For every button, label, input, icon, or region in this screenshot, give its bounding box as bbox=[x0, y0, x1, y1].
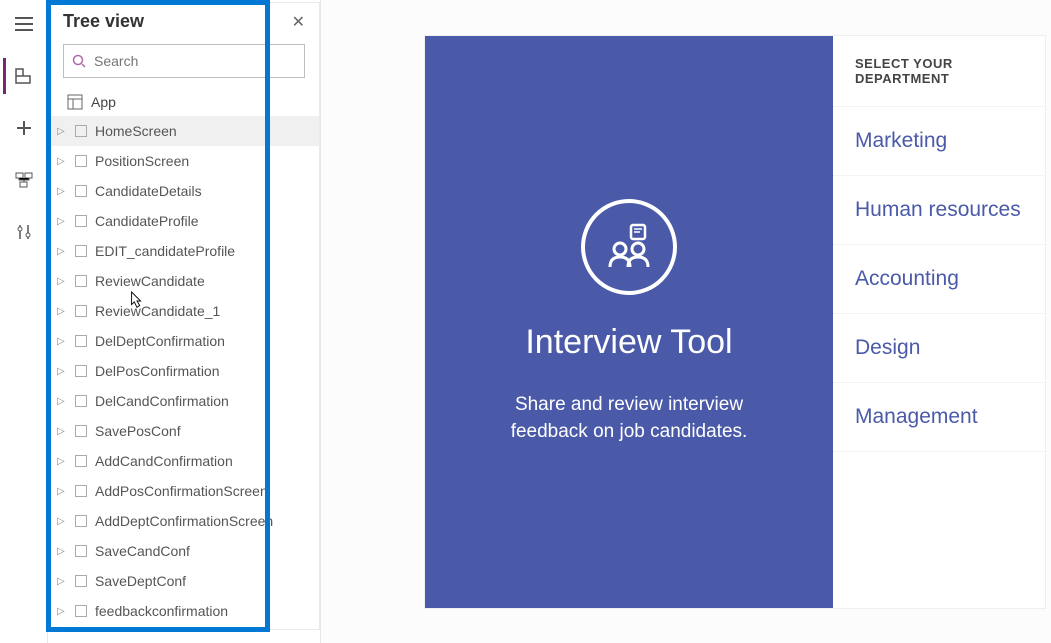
tree-item-label: ReviewCandidate_1 bbox=[95, 303, 220, 319]
chevron-right-icon: ▷ bbox=[57, 246, 71, 257]
department-item[interactable]: Accounting bbox=[833, 245, 1045, 314]
tree-item[interactable]: ▷ ReviewCandidate_1 bbox=[49, 296, 319, 326]
screen-icon bbox=[75, 575, 87, 587]
chevron-right-icon: ▷ bbox=[57, 546, 71, 557]
left-nav-rail bbox=[0, 0, 48, 643]
tree-item[interactable]: ▷ SaveDeptConf bbox=[49, 566, 319, 596]
plus-icon[interactable] bbox=[6, 110, 42, 146]
chevron-right-icon: ▷ bbox=[57, 426, 71, 437]
screen-icon bbox=[75, 605, 87, 617]
tree-app-root[interactable]: App bbox=[49, 88, 319, 116]
screen-icon bbox=[75, 185, 87, 197]
interview-tool-icon bbox=[581, 199, 677, 295]
screen-icon bbox=[75, 515, 87, 527]
screen-icon bbox=[75, 545, 87, 557]
chevron-right-icon: ▷ bbox=[57, 186, 71, 197]
tree-item-label: HomeScreen bbox=[95, 123, 177, 139]
screen-icon bbox=[75, 305, 87, 317]
preview-description: Share and review interview feedback on j… bbox=[479, 392, 779, 445]
chevron-right-icon: ▷ bbox=[57, 516, 71, 527]
department-item[interactable]: Management bbox=[833, 383, 1045, 452]
tree-item-label: CandidateProfile bbox=[95, 213, 199, 229]
screen-icon bbox=[75, 275, 87, 287]
chevron-right-icon: ▷ bbox=[57, 276, 71, 287]
screen-icon bbox=[75, 215, 87, 227]
screen-icon bbox=[75, 365, 87, 377]
tree-item[interactable]: ▷ DelDeptConfirmation bbox=[49, 326, 319, 356]
chevron-right-icon: ▷ bbox=[57, 456, 71, 467]
chevron-right-icon: ▷ bbox=[57, 336, 71, 347]
tree-item-label: SaveCandConf bbox=[95, 543, 190, 559]
panel-title: Tree view bbox=[63, 11, 144, 32]
tree-item[interactable]: ▷ReviewCandidate··· bbox=[49, 266, 319, 296]
tree-item-label: CandidateDetails bbox=[95, 183, 202, 199]
screen-icon bbox=[75, 425, 87, 437]
app-label: App bbox=[91, 94, 116, 110]
chevron-right-icon: ▷ bbox=[57, 306, 71, 317]
tree-item[interactable]: ▷ PositionScreen bbox=[49, 146, 319, 176]
tree-item[interactable]: ▷HomeScreen··· bbox=[49, 116, 319, 146]
screen-icon bbox=[75, 125, 87, 137]
tree-item[interactable]: ▷ DelCandConfirmation bbox=[49, 386, 319, 416]
department-item[interactable]: Design bbox=[833, 314, 1045, 383]
tree-item-label: PositionScreen bbox=[95, 153, 189, 169]
tree-item[interactable]: ▷ CandidateProfile bbox=[49, 206, 319, 236]
preview-left-pane: Interview Tool Share and review intervie… bbox=[425, 36, 833, 608]
screen-icon bbox=[75, 245, 87, 257]
chevron-right-icon: ▷ bbox=[57, 156, 71, 167]
tree-item[interactable]: ▷ EDIT_candidateProfile bbox=[49, 236, 319, 266]
search-input-wrap[interactable] bbox=[63, 44, 305, 78]
tree-item-label: AddDeptConfirmationScreen bbox=[95, 513, 273, 529]
tree-item[interactable]: ▷ feedbackconfirmation bbox=[49, 596, 319, 626]
hamburger-icon[interactable] bbox=[6, 6, 42, 42]
tree-items-list: ▷HomeScreen···▷PositionScreen▷CandidateD… bbox=[49, 116, 319, 626]
screen-icon bbox=[75, 155, 87, 167]
preview-right-pane: SELECT YOUR DEPARTMENT MarketingHuman re… bbox=[833, 36, 1045, 608]
tree-item[interactable]: ▷ SavePosConf bbox=[49, 416, 319, 446]
tree-item[interactable]: ▷ AddCandConfirmation bbox=[49, 446, 319, 476]
department-item[interactable]: Human resources bbox=[833, 176, 1045, 245]
tree-item-label: ReviewCandidate bbox=[95, 273, 205, 289]
data-icon[interactable] bbox=[6, 162, 42, 198]
tree-view-icon[interactable] bbox=[3, 58, 39, 94]
tree-item-label: SavePosConf bbox=[95, 423, 181, 439]
chevron-right-icon: ▷ bbox=[57, 396, 71, 407]
settings-icon[interactable] bbox=[6, 214, 42, 250]
close-icon[interactable]: ✕ bbox=[292, 12, 305, 32]
tree-item-label: DelDeptConfirmation bbox=[95, 333, 225, 349]
chevron-right-icon: ▷ bbox=[57, 486, 71, 497]
screen-icon bbox=[75, 485, 87, 497]
tree-item-label: feedbackconfirmation bbox=[95, 603, 228, 619]
department-item[interactable]: Marketing bbox=[833, 107, 1045, 176]
screen-icon bbox=[75, 335, 87, 347]
tree-item-label: EDIT_candidateProfile bbox=[95, 243, 235, 259]
search-icon bbox=[72, 54, 86, 68]
chevron-right-icon: ▷ bbox=[57, 606, 71, 617]
app-preview: Interview Tool Share and review intervie… bbox=[425, 36, 1045, 608]
tree-item-label: DelPosConfirmation bbox=[95, 363, 220, 379]
tree-item-label: AddCandConfirmation bbox=[95, 453, 233, 469]
screen-icon bbox=[75, 455, 87, 467]
tree-item-label: AddPosConfirmationScreen bbox=[95, 483, 268, 499]
tree-item[interactable]: ▷ CandidateDetails bbox=[49, 176, 319, 206]
tree-item[interactable]: ▷ AddDeptConfirmationScreen bbox=[49, 506, 319, 536]
tree-item-label: SaveDeptConf bbox=[95, 573, 186, 589]
tree-item[interactable]: ▷ AddPosConfirmationScreen bbox=[49, 476, 319, 506]
chevron-right-icon: ▷ bbox=[57, 216, 71, 227]
screen-icon bbox=[75, 395, 87, 407]
app-icon bbox=[67, 94, 83, 110]
tree-item-label: DelCandConfirmation bbox=[95, 393, 229, 409]
search-input[interactable] bbox=[94, 53, 296, 69]
preview-title: Interview Tool bbox=[525, 323, 732, 362]
department-header: SELECT YOUR DEPARTMENT bbox=[833, 36, 1045, 107]
chevron-right-icon: ▷ bbox=[57, 576, 71, 587]
tree-view-panel: Tree view ✕ App ▷HomeScreen···▷PositionS… bbox=[48, 2, 320, 630]
chevron-right-icon: ▷ bbox=[57, 126, 71, 137]
tree-item[interactable]: ▷ DelPosConfirmation bbox=[49, 356, 319, 386]
chevron-right-icon: ▷ bbox=[57, 366, 71, 377]
tree-item[interactable]: ▷ SaveCandConf bbox=[49, 536, 319, 566]
canvas-area: Interview Tool Share and review intervie… bbox=[320, 0, 1051, 643]
